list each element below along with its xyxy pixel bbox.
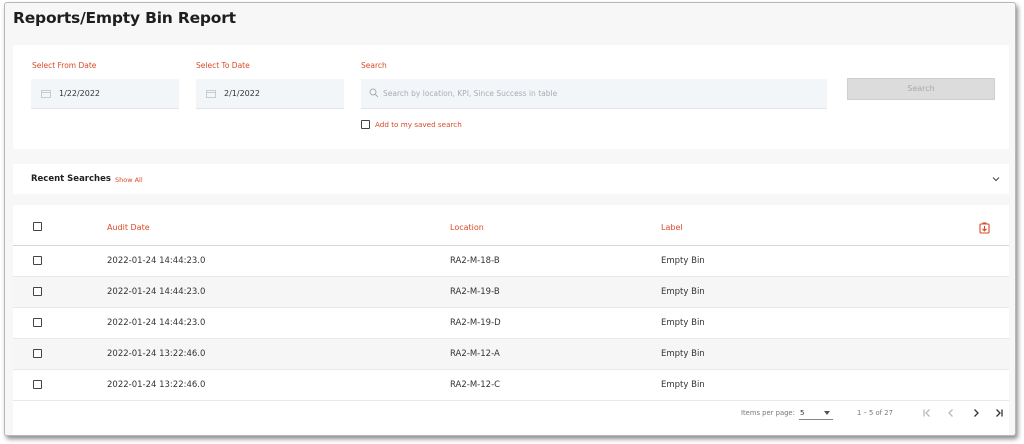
recent-searches-bar[interactable]: Recent Searches Show All (13, 164, 1009, 194)
next-page-icon[interactable] (970, 407, 982, 419)
label-cell: Empty Bin (661, 318, 705, 328)
row-checkbox[interactable] (33, 287, 42, 296)
calendar-icon[interactable] (206, 89, 216, 98)
first-page-icon[interactable] (921, 407, 933, 419)
page-range-label: 1 – 5 of 27 (857, 409, 893, 417)
location-cell: RA2-M-19-B (450, 287, 500, 297)
audit-date-cell: 2022-01-24 14:44:23.0 (107, 256, 206, 266)
from-date-label: Select From Date (32, 61, 97, 70)
column-header-audit-date[interactable]: Audit Date (107, 223, 150, 232)
table-header: Audit Date Location Label (13, 205, 1009, 246)
page-title: Reports/Empty Bin Report (13, 9, 236, 27)
search-icon (369, 88, 379, 98)
column-header-label[interactable]: Label (661, 223, 683, 232)
location-cell: RA2-M-12-C (450, 380, 501, 390)
save-search-checkbox[interactable] (361, 120, 370, 129)
to-date-label: Select To Date (196, 61, 250, 70)
table-row[interactable]: 2022-01-24 14:44:23.0 RA2-M-19-B Empty B… (13, 277, 1009, 308)
to-date-field[interactable]: 2/1/2022 (196, 79, 344, 109)
column-header-location[interactable]: Location (450, 223, 484, 232)
audit-date-cell: 2022-01-24 13:22:46.0 (107, 349, 206, 359)
location-cell: RA2-M-18-B (450, 256, 500, 266)
search-placeholder: Search by location, KPI, Since Success i… (383, 89, 558, 98)
row-checkbox[interactable] (33, 256, 42, 265)
report-window: Reports/Empty Bin Report Select From Dat… (4, 2, 1016, 436)
location-cell: RA2-M-12-A (450, 349, 500, 359)
chevron-down-icon[interactable] (991, 175, 1001, 183)
from-date-field[interactable]: 1/22/2022 (31, 79, 179, 109)
prev-page-icon[interactable] (945, 407, 957, 419)
row-checkbox[interactable] (33, 349, 42, 358)
search-input[interactable]: Search by location, KPI, Since Success i… (361, 79, 827, 109)
results-table: Audit Date Location Label 2022-01-24 14:… (13, 205, 1009, 435)
show-all-link[interactable]: Show All (115, 176, 143, 184)
table-row[interactable]: 2022-01-24 13:22:46.0 RA2-M-12-A Empty B… (13, 339, 1009, 370)
items-per-page-select[interactable]: 5 (799, 405, 833, 420)
table-row[interactable]: 2022-01-24 14:44:23.0 RA2-M-19-D Empty B… (13, 308, 1009, 339)
audit-date-cell: 2022-01-24 14:44:23.0 (107, 287, 206, 297)
save-search-label[interactable]: Add to my saved search (375, 120, 462, 129)
label-cell: Empty Bin (661, 287, 705, 297)
row-checkbox[interactable] (33, 380, 42, 389)
table-row[interactable]: 2022-01-24 14:44:23.0 RA2-M-18-B Empty B… (13, 246, 1009, 277)
label-cell: Empty Bin (661, 380, 705, 390)
label-cell: Empty Bin (661, 349, 705, 359)
select-all-checkbox[interactable] (33, 222, 42, 231)
paginator: Items per page: 5 1 – 5 of 27 (13, 399, 1009, 429)
items-per-page-label: Items per page: (741, 409, 795, 417)
audit-date-cell: 2022-01-24 13:22:46.0 (107, 380, 206, 390)
items-per-page-value: 5 (800, 409, 805, 417)
last-page-icon[interactable] (993, 407, 1005, 419)
filter-panel: Select From Date 1/22/2022 Select To Dat… (13, 45, 1009, 149)
calendar-icon[interactable] (41, 89, 51, 98)
from-date-value: 1/22/2022 (59, 89, 101, 98)
dropdown-arrow-icon (824, 411, 830, 415)
row-checkbox[interactable] (33, 318, 42, 327)
export-icon[interactable] (979, 222, 990, 234)
search-label: Search (361, 61, 387, 70)
label-cell: Empty Bin (661, 256, 705, 266)
to-date-value: 2/1/2022 (224, 89, 260, 98)
table-row[interactable]: 2022-01-24 13:22:46.0 RA2-M-12-C Empty B… (13, 370, 1009, 401)
recent-searches-title: Recent Searches (31, 174, 111, 184)
search-button[interactable]: Search (847, 78, 995, 100)
location-cell: RA2-M-19-D (450, 318, 501, 328)
audit-date-cell: 2022-01-24 14:44:23.0 (107, 318, 206, 328)
